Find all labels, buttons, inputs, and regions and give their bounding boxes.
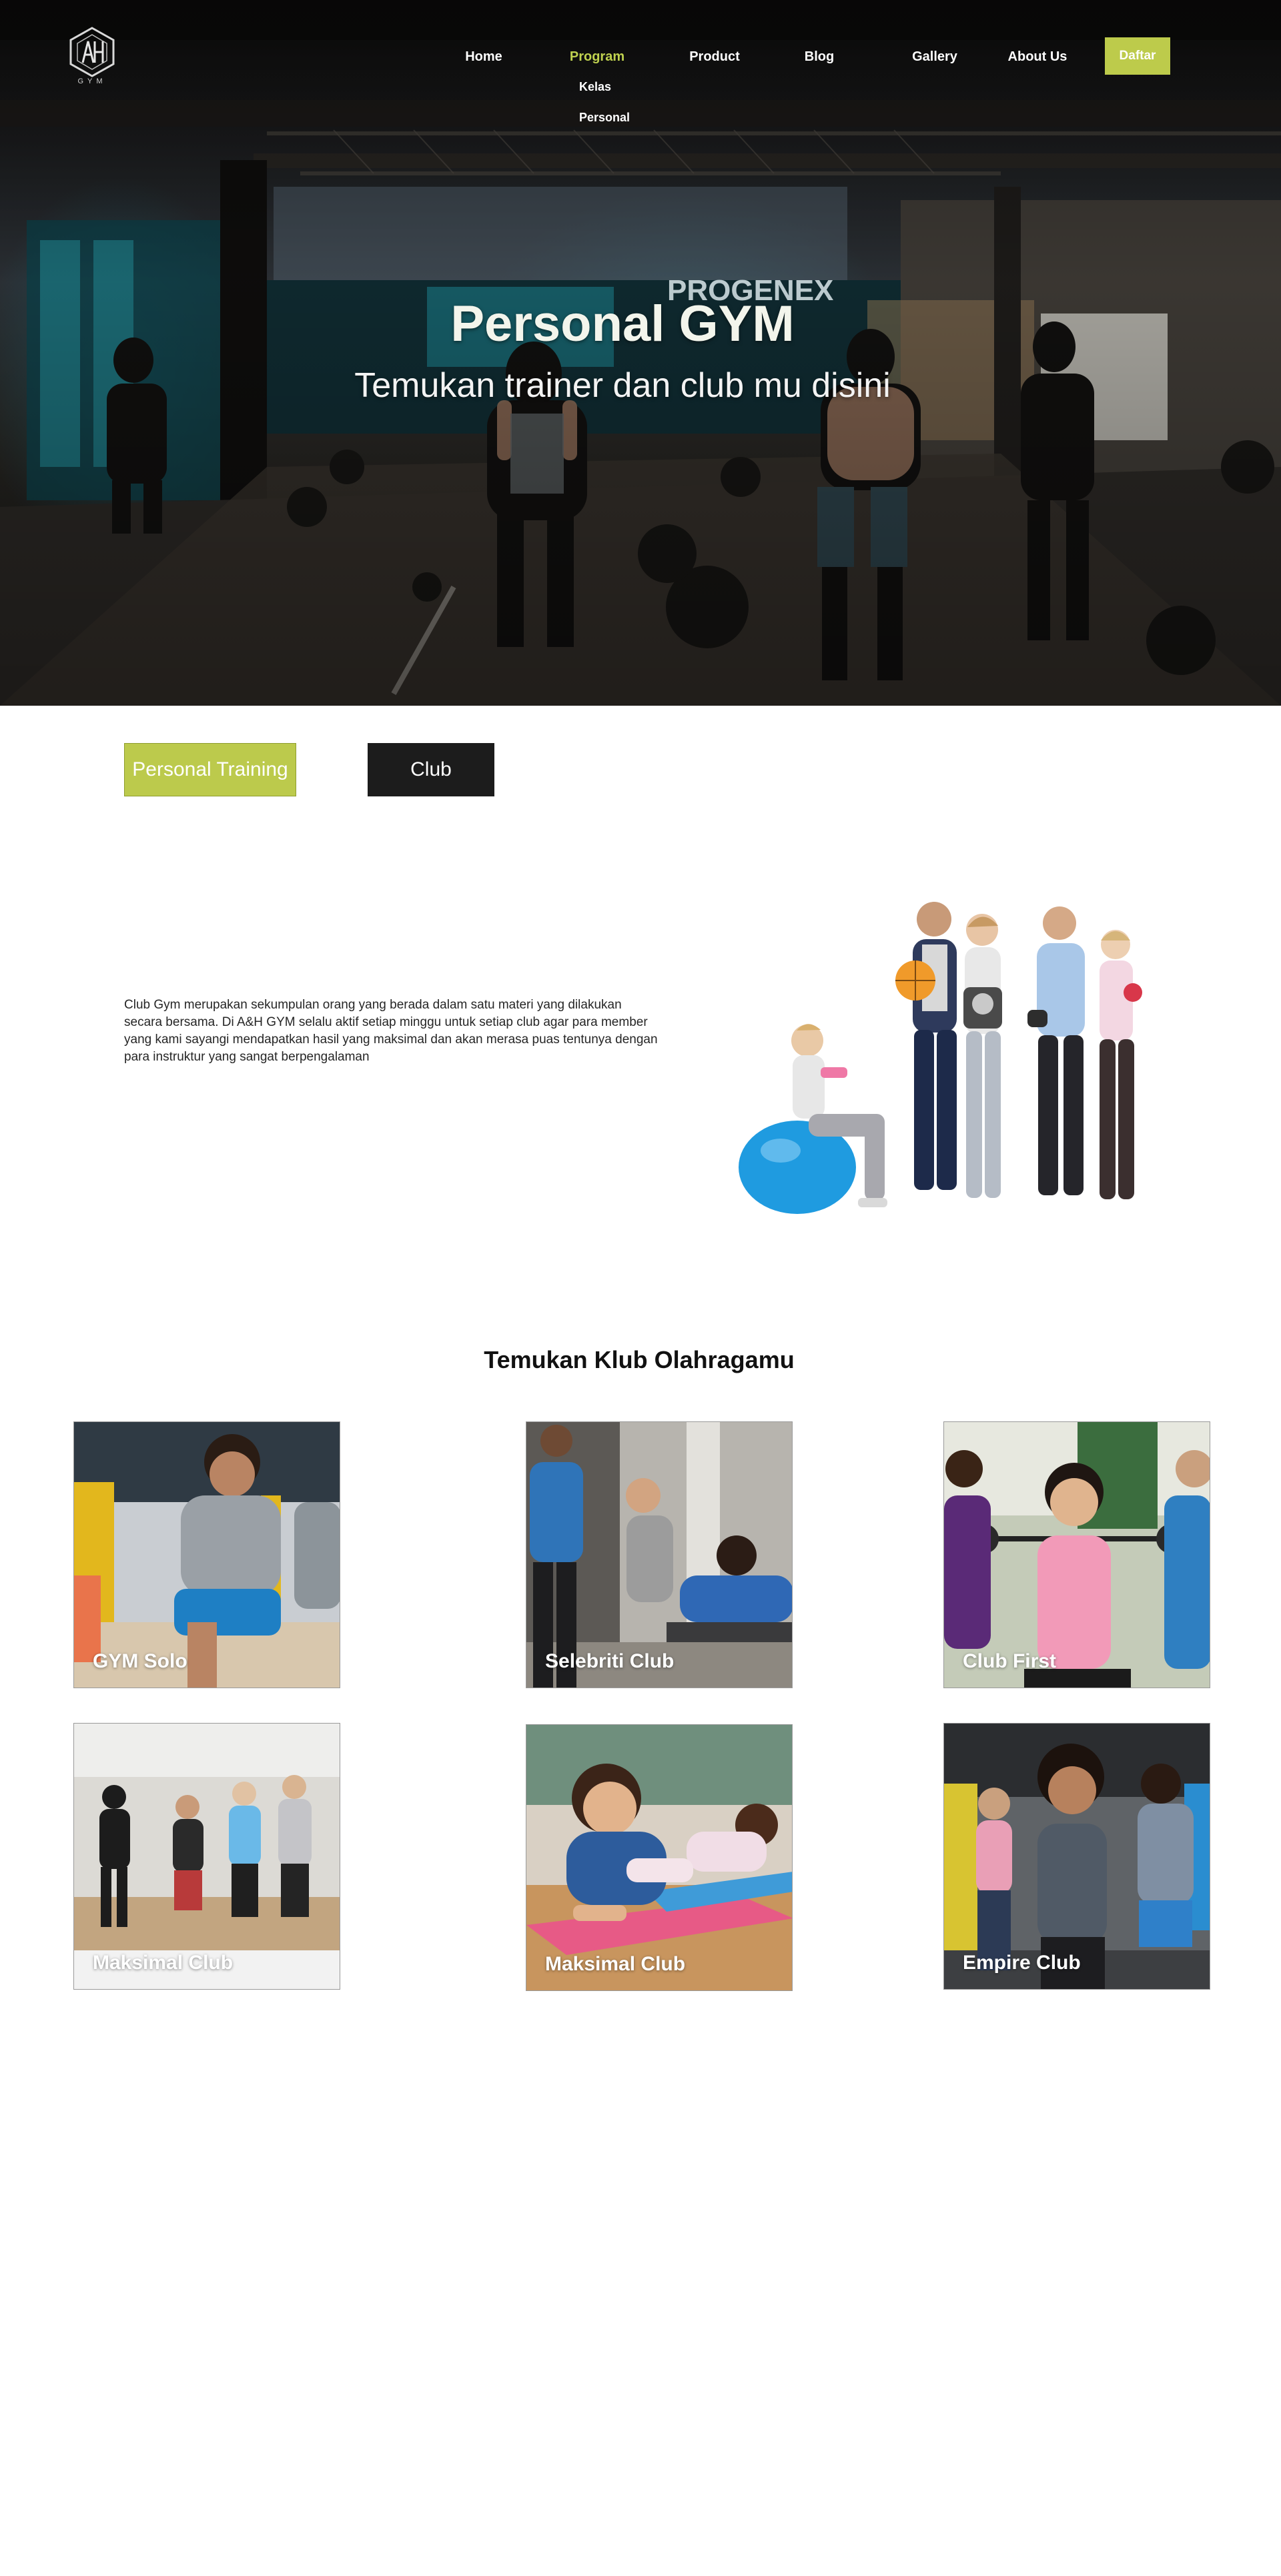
- logo-text: GYM: [77, 77, 107, 85]
- nav-product[interactable]: Product: [689, 49, 740, 65]
- club-card-label: Selebriti Club: [545, 1650, 675, 1672]
- selebriti-club-photo: [526, 1422, 792, 1688]
- club-card-label: Empire Club: [963, 1952, 1081, 1974]
- group-fitness-people-image: [734, 887, 1161, 1247]
- tab-club[interactable]: Club: [368, 743, 494, 796]
- nav-home[interactable]: Home: [465, 49, 502, 65]
- club-card-selebriti-club[interactable]: Selebriti Club: [526, 1421, 793, 1688]
- club-card-maksimal-club-1[interactable]: Maksimal Club: [73, 1723, 340, 1990]
- club-card-gym-solo[interactable]: GYM Solo: [73, 1421, 340, 1688]
- maksimal-club-pilates-photo: [526, 1725, 792, 1990]
- club-card-label: GYM Solo: [93, 1650, 187, 1672]
- nav-program[interactable]: Program: [570, 49, 624, 65]
- empire-club-photo: [944, 1724, 1210, 1989]
- hero-banner: PROGENEX: [0, 0, 1281, 706]
- daftar-button[interactable]: Daftar: [1105, 37, 1170, 75]
- submenu-kelas[interactable]: Kelas: [579, 80, 611, 94]
- main-navigation: Home Program Product Blog Gallery About …: [0, 37, 1281, 77]
- hero-subtitle: Temukan trainer dan club mu disini: [354, 366, 891, 405]
- club-card-label: Club First: [963, 1650, 1056, 1672]
- club-first-photo: [944, 1422, 1210, 1688]
- gym-solo-photo: [74, 1422, 340, 1688]
- clubs-section-title: Temukan Klub Olahragamu: [484, 1346, 795, 1373]
- club-card-label: Maksimal Club: [93, 1952, 234, 1974]
- club-card-club-first[interactable]: Club First: [943, 1421, 1210, 1688]
- club-card-label: Maksimal Club: [545, 1953, 686, 1975]
- club-card-empire-club[interactable]: Empire Club: [943, 1723, 1210, 1990]
- tab-personal-training[interactable]: Personal Training: [124, 743, 296, 796]
- maksimal-club-photo: [74, 1724, 340, 1989]
- hero-title: Personal GYM: [450, 295, 795, 352]
- club-card-maksimal-club-2[interactable]: Maksimal Club: [526, 1724, 793, 1991]
- submenu-personal[interactable]: Personal: [579, 111, 630, 125]
- about-description: Club Gym merupakan sekumpulan orang yang…: [124, 998, 658, 1064]
- nav-gallery[interactable]: Gallery: [912, 49, 957, 65]
- nav-blog[interactable]: Blog: [805, 49, 834, 65]
- nav-about-us[interactable]: About Us: [1008, 49, 1068, 65]
